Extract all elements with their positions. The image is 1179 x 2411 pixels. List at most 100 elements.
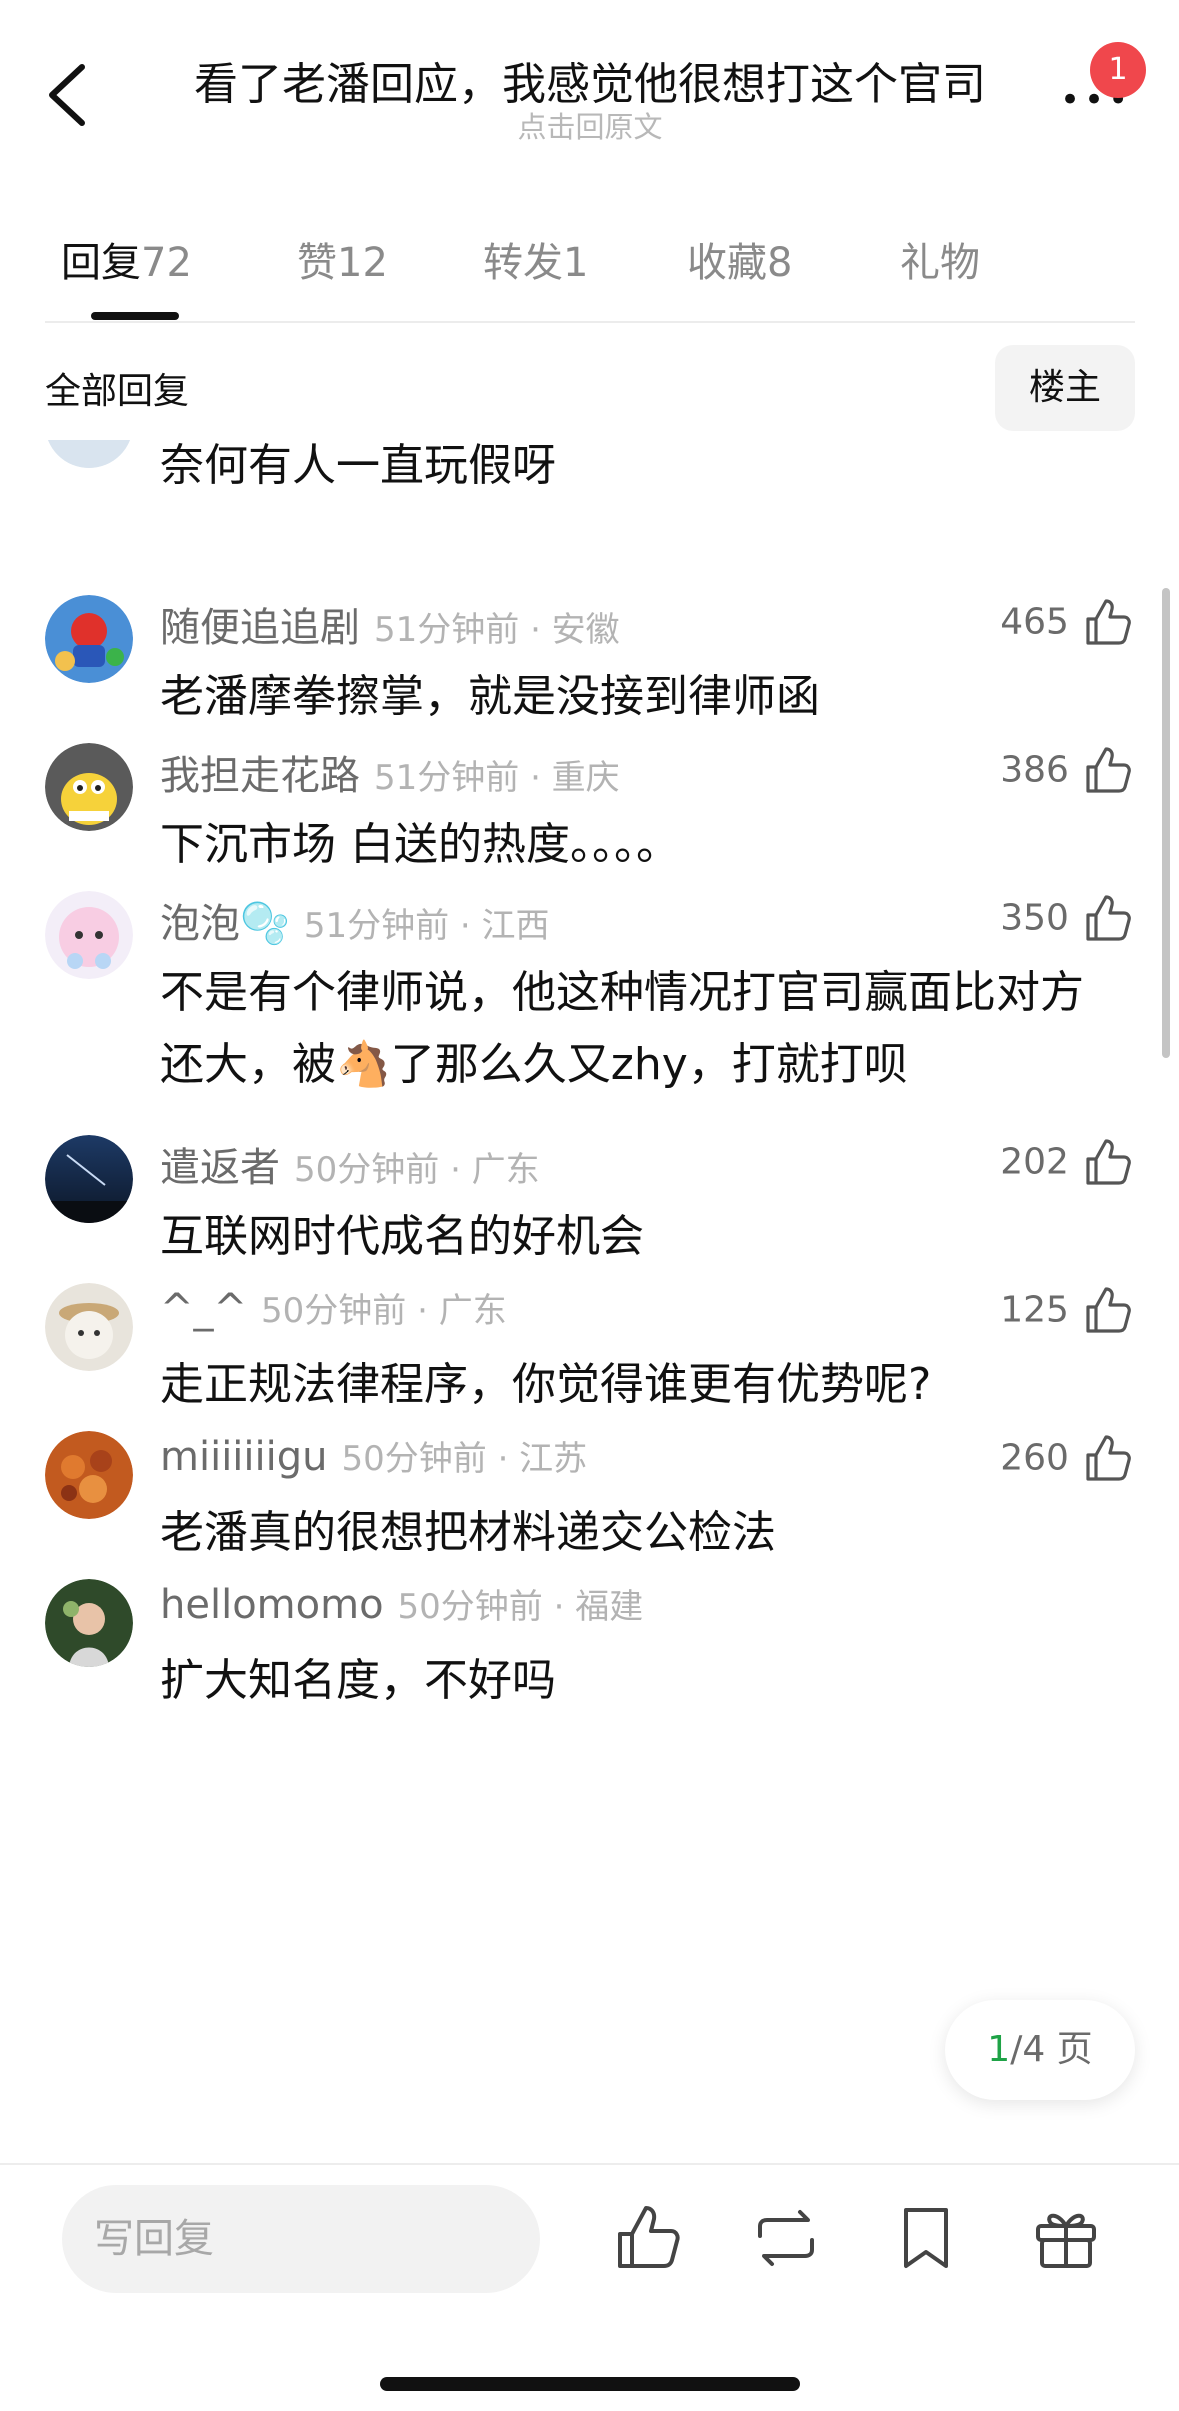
comment-text: 奈何有人一直玩假呀 <box>160 440 556 491</box>
thumbs-up-icon <box>1086 1287 1131 1333</box>
gift-button[interactable] <box>1028 2200 1104 2276</box>
avatar[interactable] <box>45 595 133 683</box>
comment-text: 老潘真的很想把材料递交公检法 <box>160 1507 776 1558</box>
notification-badge: 1 <box>1090 42 1146 98</box>
like-count: 125 <box>1000 1289 1069 1331</box>
tab-label: 收藏 <box>687 240 767 286</box>
comment-meta: 51分钟前 · 重庆 <box>374 758 620 798</box>
comment-header: 我担走花路 51分钟前 · 重庆 <box>160 743 620 799</box>
tab-gifts[interactable]: 礼物 <box>900 230 980 288</box>
tab-likes[interactable]: 赞12 <box>297 230 388 288</box>
tab-count: 12 <box>337 240 388 286</box>
thumbs-up-icon <box>1086 1435 1131 1481</box>
repost-icon <box>758 2210 814 2266</box>
back-to-original-link[interactable]: 点击回原文 <box>140 104 1040 146</box>
avatar-image <box>45 891 133 979</box>
comment-header: miiiiiiigu 50分钟前 · 江苏 <box>160 1431 587 1481</box>
comment-text: 老潘摩拳擦掌，就是没接到律师函 <box>160 671 820 722</box>
tab-label: 回复 <box>61 240 141 286</box>
avatar[interactable] <box>45 891 133 979</box>
username[interactable]: ^_^ <box>160 1286 247 1332</box>
comment-list[interactable]: 奈何有人一直玩假呀 随便追追剧 51分钟前 · 安徽 465 老潘摩拳擦掌，就是… <box>0 440 1179 2165</box>
repost-button[interactable] <box>748 2200 824 2276</box>
comment-meta: 50分钟前 · 福建 <box>397 1587 644 1627</box>
current-page: 1 <box>987 2029 1011 2070</box>
avatar[interactable] <box>45 440 133 468</box>
bookmark-icon <box>904 2208 948 2268</box>
comment-header: 泡泡🫧 51分钟前 · 江西 <box>160 891 550 947</box>
avatar-image <box>45 595 133 683</box>
like-button[interactable]: 202 <box>1000 1135 1134 1195</box>
avatar[interactable] <box>45 743 133 831</box>
scrollbar[interactable] <box>1162 588 1170 1058</box>
avatar[interactable] <box>45 1135 133 1223</box>
avatar[interactable] <box>45 1431 133 1519</box>
tab-replies[interactable]: 回复72 <box>61 230 192 288</box>
thumbs-up-icon <box>618 2206 680 2268</box>
like-post-button[interactable] <box>610 2200 686 2276</box>
avatar[interactable] <box>45 1283 133 1371</box>
tab-count: 72 <box>141 240 192 286</box>
comment-meta: 50分钟前 · 广东 <box>294 1150 540 1190</box>
total-pages: /4 页 <box>1010 2029 1093 2070</box>
comment-header: hellomomo 50分钟前 · 福建 <box>160 1579 643 1629</box>
divider <box>45 321 1135 323</box>
avatar-image <box>45 1135 133 1223</box>
tab-count: 1 <box>563 240 589 286</box>
username[interactable]: 泡泡🫧 <box>160 901 290 947</box>
tab-label: 赞 <box>297 240 337 286</box>
all-replies-heading: 全部回复 <box>45 371 190 412</box>
comment-header: ^_^ 50分钟前 · 广东 <box>160 1283 507 1333</box>
avatar-image <box>45 743 133 831</box>
avatar-image <box>45 1579 133 1667</box>
username[interactable]: 我担走花路 <box>160 753 360 799</box>
back-button[interactable] <box>40 55 100 135</box>
avatar-image <box>45 1283 133 1371</box>
like-button[interactable]: 350 <box>1000 891 1134 951</box>
like-count: 386 <box>1000 749 1069 791</box>
comment-meta: 50分钟前 · 江苏 <box>341 1439 588 1479</box>
username[interactable]: 随便追追剧 <box>160 605 360 651</box>
comment-text: 互联网时代成名的好机会 <box>160 1211 644 1262</box>
thumbs-up-icon <box>1086 747 1131 793</box>
tab-favorites[interactable]: 收藏8 <box>687 230 792 288</box>
like-button[interactable]: 125 <box>1000 1283 1134 1343</box>
like-button[interactable]: 465 <box>1000 595 1134 655</box>
active-tab-indicator <box>91 312 179 320</box>
chevron-left-icon <box>49 64 85 126</box>
thumbs-up-icon <box>1086 599 1131 645</box>
tab-label: 转发 <box>483 240 563 286</box>
post-title[interactable]: 看了老潘回应，我感觉他很想打这个官司 <box>140 48 1040 112</box>
like-count: 465 <box>1000 601 1069 643</box>
username[interactable]: hellomomo <box>160 1582 384 1628</box>
like-button[interactable]: 260 <box>1000 1431 1134 1491</box>
comment-text: 扩大知名度，不好吗 <box>160 1655 556 1706</box>
avatar-image <box>48 440 130 468</box>
like-button[interactable]: 386 <box>1000 743 1134 803</box>
avatar[interactable] <box>45 1579 133 1667</box>
like-count: 260 <box>1000 1437 1069 1479</box>
comment-header: 随便追追剧 51分钟前 · 安徽 <box>160 595 620 651</box>
bookmark-button[interactable] <box>888 2200 964 2276</box>
screen: 看了老潘回应，我感觉他很想打这个官司 点击回原文 ••• 1 回复72 赞12 … <box>0 0 1179 2411</box>
page-indicator[interactable]: 1/4 页 <box>945 2000 1135 2100</box>
top-bar: 看了老潘回应，我感觉他很想打这个官司 点击回原文 ••• 1 <box>0 0 1179 170</box>
comment-meta: 50分钟前 · 广东 <box>261 1291 507 1331</box>
username[interactable]: 遣返者 <box>160 1145 280 1191</box>
gift-icon <box>1036 2213 1096 2268</box>
comment-text: 不是有个律师说，他这种情况打官司赢面比对方还大，被🐴了那么久又zhy，打就打呗 <box>160 967 1084 1090</box>
tab-label: 礼物 <box>900 240 980 286</box>
tab-reposts[interactable]: 转发1 <box>483 230 588 288</box>
thumbs-up-icon <box>1086 1139 1131 1185</box>
like-count: 202 <box>1000 1141 1069 1183</box>
thumbs-up-icon <box>1086 895 1131 941</box>
home-indicator <box>380 2377 800 2391</box>
avatar-image <box>45 1431 133 1519</box>
comment-meta: 51分钟前 · 江西 <box>303 906 550 946</box>
tab-count: 8 <box>767 240 793 286</box>
username[interactable]: miiiiiiigu <box>160 1434 328 1480</box>
bottom-bar: 写回复 <box>0 2163 1179 2411</box>
comment-text: 下沉市场 白送的热度。。。。 <box>160 819 680 870</box>
reply-input[interactable]: 写回复 <box>62 2185 540 2293</box>
owner-only-button[interactable]: 楼主 <box>995 345 1135 431</box>
